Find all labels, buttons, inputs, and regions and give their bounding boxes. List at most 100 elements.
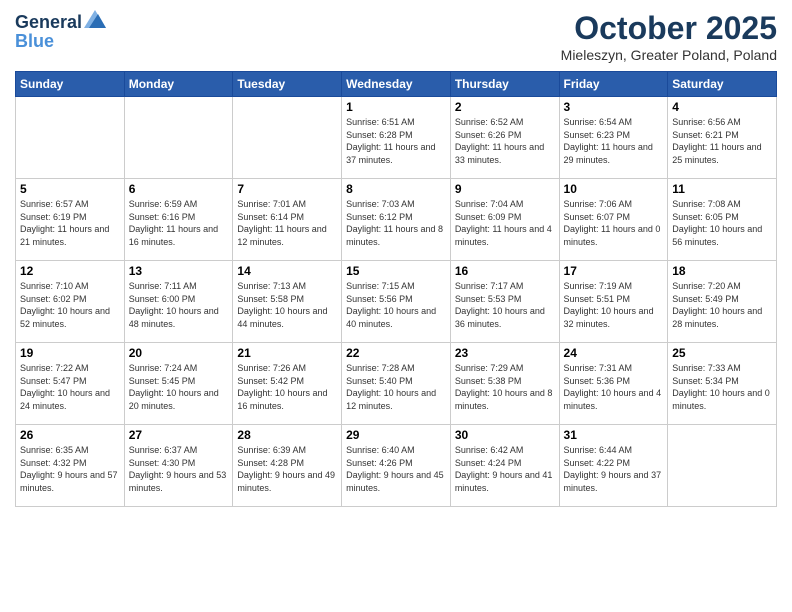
day-info-23: Sunrise: 7:29 AM Sunset: 5:38 PM Dayligh… [455,362,555,412]
day-info-1: Sunrise: 6:51 AM Sunset: 6:28 PM Dayligh… [346,116,446,166]
day-info-8: Sunrise: 7:03 AM Sunset: 6:12 PM Dayligh… [346,198,446,248]
weekday-header-row: Sunday Monday Tuesday Wednesday Thursday… [16,72,777,97]
day-info-5: Sunrise: 6:57 AM Sunset: 6:19 PM Dayligh… [20,198,120,248]
calendar-cell-3-2: 21 Sunrise: 7:26 AM Sunset: 5:42 PM Dayli… [233,343,342,425]
day-number-6: 6 [129,182,229,196]
calendar-cell-1-6: 11 Sunrise: 7:08 AM Sunset: 6:05 PM Dayli… [668,179,777,261]
day-info-19: Sunrise: 7:22 AM Sunset: 5:47 PM Dayligh… [20,362,120,412]
day-number-2: 2 [455,100,555,114]
calendar-cell-2-3: 15Sunrise: 7:15 AM Sunset: 5:56 PM Dayli… [342,261,451,343]
calendar-cell-1-1: 6 Sunrise: 6:59 AM Sunset: 6:16 PM Daylig… [124,179,233,261]
day-info-17: Sunrise: 7:19 AM Sunset: 5:51 PM Dayligh… [564,280,664,330]
day-number-12: 12 [20,264,120,278]
page-container: General Blue October 2025 Mieleszyn, Gre… [0,0,792,612]
day-number-15: 15 [346,264,446,278]
calendar-cell-4-6 [668,425,777,507]
day-info-21: Sunrise: 7:26 AM Sunset: 5:42 PM Dayligh… [237,362,337,412]
day-info-11: Sunrise: 7:08 AM Sunset: 6:05 PM Dayligh… [672,198,772,248]
calendar-cell-3-3: 22 Sunrise: 7:28 AM Sunset: 5:40 PM Dayli… [342,343,451,425]
day-info-20: Sunrise: 7:24 AM Sunset: 5:45 PM Dayligh… [129,362,229,412]
calendar-cell-3-4: 23 Sunrise: 7:29 AM Sunset: 5:38 PM Dayli… [450,343,559,425]
day-info-10: Sunrise: 7:06 AM Sunset: 6:07 PM Dayligh… [564,198,664,248]
calendar-table: Sunday Monday Tuesday Wednesday Thursday… [15,71,777,507]
week-row-0: 1 Sunrise: 6:51 AM Sunset: 6:28 PM Daylig… [16,97,777,179]
day-info-9: Sunrise: 7:04 AM Sunset: 6:09 PM Dayligh… [455,198,555,248]
day-number-23: 23 [455,346,555,360]
calendar-cell-0-5: 3 Sunrise: 6:54 AM Sunset: 6:23 PM Daylig… [559,97,668,179]
day-info-16: Sunrise: 7:17 AM Sunset: 5:53 PM Dayligh… [455,280,555,330]
calendar-cell-3-0: 19 Sunrise: 7:22 AM Sunset: 5:47 PM Dayli… [16,343,125,425]
week-row-4: 26Sunrise: 6:35 AM Sunset: 4:32 PM Dayli… [16,425,777,507]
header-friday: Friday [559,72,668,97]
day-number-8: 8 [346,182,446,196]
calendar-cell-1-5: 10 Sunrise: 7:06 AM Sunset: 6:07 PM Dayli… [559,179,668,261]
day-number-17: 17 [564,264,664,278]
calendar-cell-4-4: 30 Sunrise: 6:42 AM Sunset: 4:24 PM Dayli… [450,425,559,507]
day-number-31: 31 [564,428,664,442]
day-info-12: Sunrise: 7:10 AM Sunset: 6:02 PM Dayligh… [20,280,120,330]
calendar-cell-4-0: 26Sunrise: 6:35 AM Sunset: 4:32 PM Dayli… [16,425,125,507]
calendar-cell-1-4: 9 Sunrise: 7:04 AM Sunset: 6:09 PM Daylig… [450,179,559,261]
header-monday: Monday [124,72,233,97]
day-info-24: Sunrise: 7:31 AM Sunset: 5:36 PM Dayligh… [564,362,664,412]
day-number-19: 19 [20,346,120,360]
day-number-5: 5 [20,182,120,196]
header-thursday: Thursday [450,72,559,97]
month-title: October 2025 [561,10,777,47]
day-number-29: 29 [346,428,446,442]
week-row-2: 12 Sunrise: 7:10 AM Sunset: 6:02 PM Dayli… [16,261,777,343]
day-info-3: Sunrise: 6:54 AM Sunset: 6:23 PM Dayligh… [564,116,664,166]
day-number-20: 20 [129,346,229,360]
day-number-7: 7 [237,182,337,196]
day-number-16: 16 [455,264,555,278]
day-info-22: Sunrise: 7:28 AM Sunset: 5:40 PM Dayligh… [346,362,446,412]
day-number-18: 18 [672,264,772,278]
title-area: October 2025 Mieleszyn, Greater Poland, … [561,10,777,63]
week-row-1: 5 Sunrise: 6:57 AM Sunset: 6:19 PM Daylig… [16,179,777,261]
day-number-3: 3 [564,100,664,114]
logo-icon [84,10,106,28]
day-number-22: 22 [346,346,446,360]
calendar-cell-0-2 [233,97,342,179]
logo-text: General [15,10,106,33]
day-number-27: 27 [129,428,229,442]
day-number-24: 24 [564,346,664,360]
header: General Blue October 2025 Mieleszyn, Gre… [15,10,777,63]
calendar-cell-0-1 [124,97,233,179]
calendar-cell-2-1: 13Sunrise: 7:11 AM Sunset: 6:00 PM Dayli… [124,261,233,343]
calendar-cell-0-6: 4 Sunrise: 6:56 AM Sunset: 6:21 PM Daylig… [668,97,777,179]
day-info-6: Sunrise: 6:59 AM Sunset: 6:16 PM Dayligh… [129,198,229,248]
day-number-1: 1 [346,100,446,114]
day-info-2: Sunrise: 6:52 AM Sunset: 6:26 PM Dayligh… [455,116,555,166]
day-number-4: 4 [672,100,772,114]
calendar-cell-2-5: 17 Sunrise: 7:19 AM Sunset: 5:51 PM Dayli… [559,261,668,343]
logo: General Blue [15,10,106,51]
day-number-9: 9 [455,182,555,196]
day-info-30: Sunrise: 6:42 AM Sunset: 4:24 PM Dayligh… [455,444,555,494]
day-number-21: 21 [237,346,337,360]
calendar-cell-2-6: 18 Sunrise: 7:20 AM Sunset: 5:49 PM Dayli… [668,261,777,343]
location: Mieleszyn, Greater Poland, Poland [561,47,777,63]
day-info-18: Sunrise: 7:20 AM Sunset: 5:49 PM Dayligh… [672,280,772,330]
day-number-11: 11 [672,182,772,196]
calendar-cell-1-0: 5 Sunrise: 6:57 AM Sunset: 6:19 PM Daylig… [16,179,125,261]
day-number-30: 30 [455,428,555,442]
day-info-4: Sunrise: 6:56 AM Sunset: 6:21 PM Dayligh… [672,116,772,166]
calendar-cell-4-3: 29 Sunrise: 6:40 AM Sunset: 4:26 PM Dayli… [342,425,451,507]
day-info-14: Sunrise: 7:13 AM Sunset: 5:58 PM Dayligh… [237,280,337,330]
week-row-3: 19 Sunrise: 7:22 AM Sunset: 5:47 PM Dayli… [16,343,777,425]
day-number-10: 10 [564,182,664,196]
calendar-cell-0-4: 2 Sunrise: 6:52 AM Sunset: 6:26 PM Daylig… [450,97,559,179]
day-info-31: Sunrise: 6:44 AM Sunset: 4:22 PM Dayligh… [564,444,664,494]
day-number-25: 25 [672,346,772,360]
day-info-25: Sunrise: 7:33 AM Sunset: 5:34 PM Dayligh… [672,362,772,412]
calendar-cell-3-5: 24 Sunrise: 7:31 AM Sunset: 5:36 PM Dayli… [559,343,668,425]
calendar-cell-1-3: 8 Sunrise: 7:03 AM Sunset: 6:12 PM Daylig… [342,179,451,261]
day-info-13: Sunrise: 7:11 AM Sunset: 6:00 PM Dayligh… [129,280,229,330]
calendar-cell-3-6: 25 Sunrise: 7:33 AM Sunset: 5:34 PM Dayli… [668,343,777,425]
calendar-cell-3-1: 20 Sunrise: 7:24 AM Sunset: 5:45 PM Dayli… [124,343,233,425]
logo-blue: Blue [15,31,106,52]
day-info-29: Sunrise: 6:40 AM Sunset: 4:26 PM Dayligh… [346,444,446,494]
day-info-7: Sunrise: 7:01 AM Sunset: 6:14 PM Dayligh… [237,198,337,248]
day-info-26: Sunrise: 6:35 AM Sunset: 4:32 PM Dayligh… [20,444,120,494]
